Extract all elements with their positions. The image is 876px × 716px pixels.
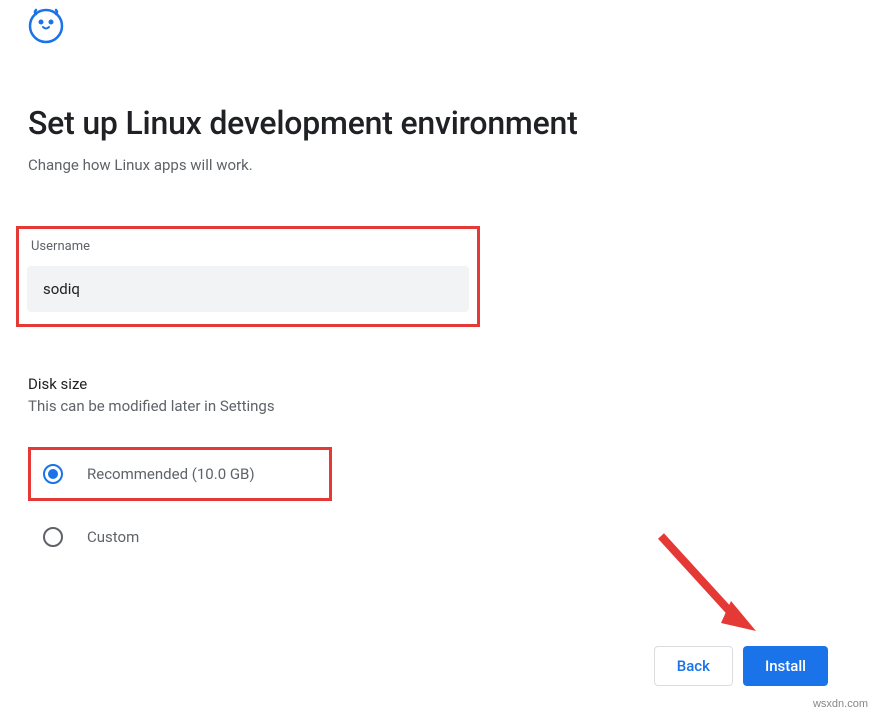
- radio-unselected-icon: [43, 527, 63, 547]
- install-button[interactable]: Install: [743, 646, 828, 686]
- back-button[interactable]: Back: [654, 646, 733, 686]
- radio-selected-icon: [43, 464, 63, 484]
- button-row: Back Install: [654, 646, 828, 686]
- page-subtitle: Change how Linux apps will work.: [28, 156, 848, 174]
- radio-option-custom[interactable]: Custom: [28, 513, 848, 561]
- linux-penguin-icon: [28, 8, 64, 44]
- page-title: Set up Linux development environment: [28, 104, 848, 142]
- disk-size-section: Disk size This can be modified later in …: [28, 375, 848, 561]
- radio-label-recommended: Recommended (10.0 GB): [87, 465, 255, 483]
- disk-size-title: Disk size: [28, 375, 848, 393]
- username-label: Username: [27, 239, 469, 254]
- radio-option-recommended[interactable]: Recommended (10.0 GB): [28, 447, 332, 501]
- watermark-text: wsxdn.com: [813, 698, 868, 710]
- username-input[interactable]: [27, 266, 469, 312]
- radio-label-custom: Custom: [87, 528, 139, 546]
- disk-size-subtitle: This can be modified later in Settings: [28, 397, 848, 415]
- username-section: Username: [16, 226, 480, 327]
